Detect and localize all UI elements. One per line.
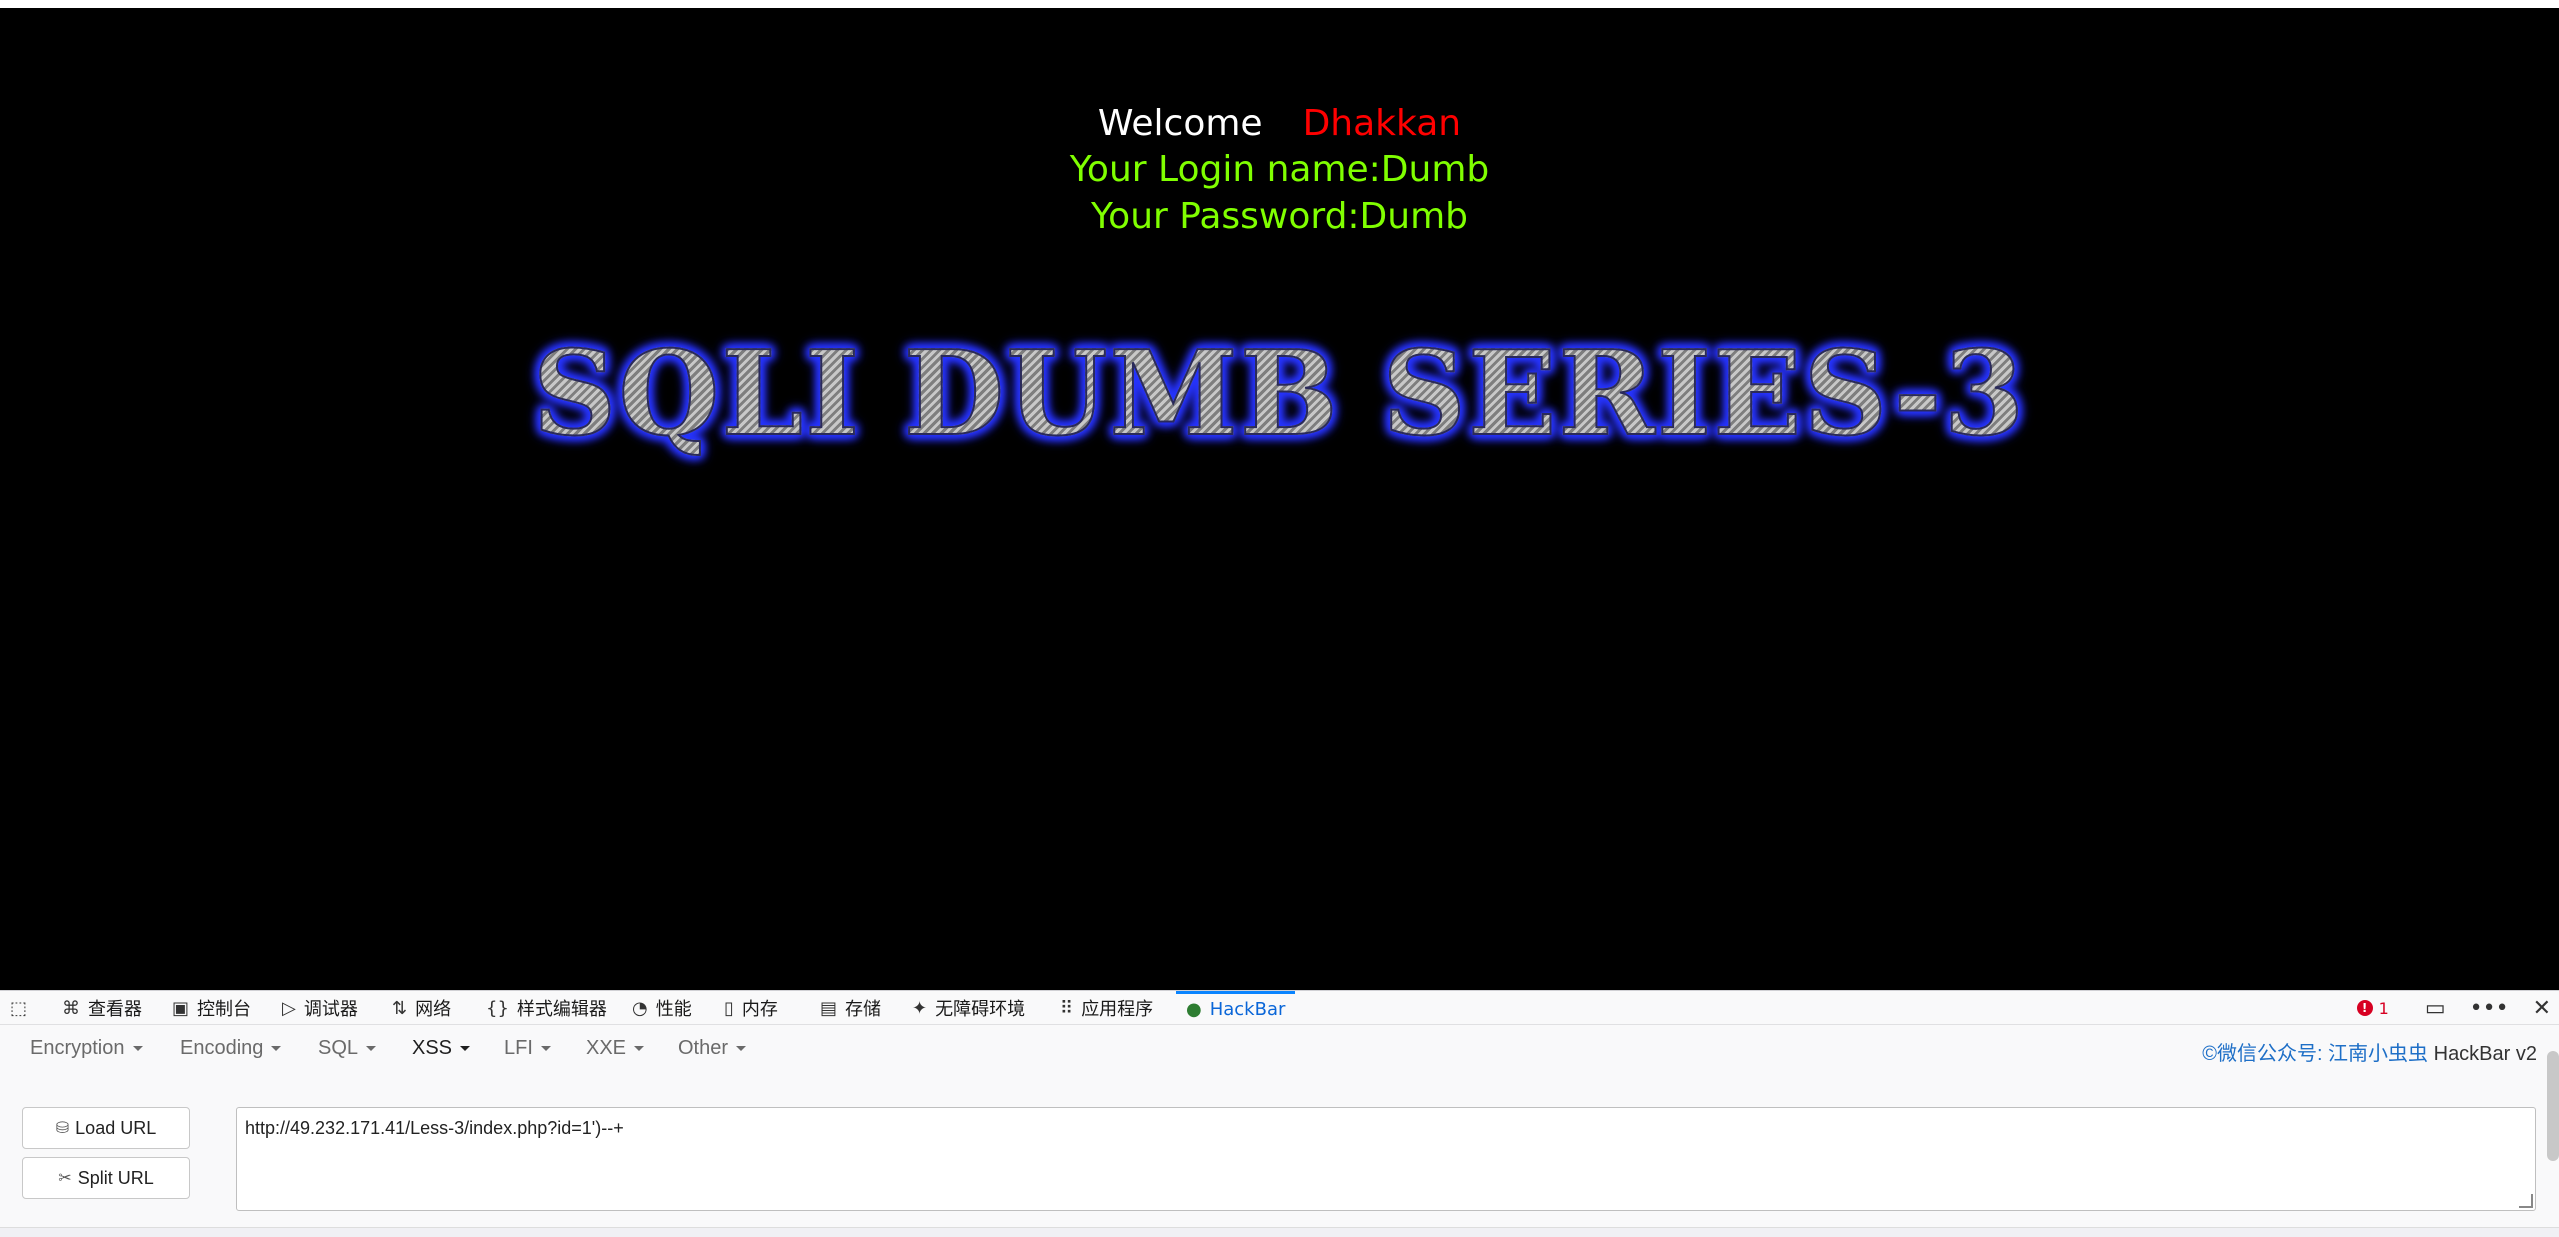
- tab-label: 性能: [655, 999, 692, 1020]
- tab-style-editor[interactable]: {} 样式编辑器: [486, 991, 607, 1025]
- banner-text: SQLI DUMB SERIES-3: [532, 325, 2027, 463]
- menu-encoding[interactable]: Encoding: [180, 1037, 282, 1060]
- error-count: 1: [2378, 998, 2389, 1018]
- tab-hackbar[interactable]: ● HackBar: [1176, 991, 1296, 1025]
- chevron-down-icon: [132, 1046, 143, 1052]
- menu-label: SQL: [318, 1037, 359, 1059]
- chevron-down-icon: [366, 1046, 377, 1052]
- top-border: [0, 0, 2559, 8]
- dock-side-icon[interactable]: ▭: [2425, 996, 2446, 1021]
- hackbar-credit: ©微信公众号: 江南小虫虫 HackBar v2: [2202, 1037, 2537, 1066]
- chevron-down-icon: [460, 1046, 471, 1052]
- application-icon: ⠿: [1060, 997, 1074, 1019]
- web-page: Welcome Dhakkan Your Login name:Dumb Your…: [0, 8, 2559, 990]
- menu-label: XXE: [586, 1037, 627, 1059]
- tab-label: 调试器: [303, 999, 358, 1020]
- tab-label: 查看器: [88, 999, 142, 1020]
- memory-icon: ▯: [724, 997, 734, 1019]
- menu-encryption[interactable]: Encryption: [30, 1037, 143, 1060]
- scissors-icon: ✂: [58, 1170, 72, 1187]
- storage-icon: ▤: [820, 997, 838, 1019]
- tab-performance[interactable]: ◔ 性能: [632, 991, 692, 1025]
- button-label: Load URL: [75, 1117, 157, 1138]
- load-icon: ⛁: [55, 1120, 70, 1137]
- accessibility-icon: ✦: [912, 997, 928, 1019]
- credit-suffix: HackBar v2: [2428, 1043, 2537, 1065]
- welcome-label: Welcome: [1097, 103, 1263, 144]
- button-label: Split URL: [77, 1167, 154, 1188]
- style-editor-icon: {}: [486, 997, 509, 1019]
- tab-label: 应用程序: [1081, 999, 1154, 1020]
- tab-network[interactable]: ⇅ 网络: [392, 991, 451, 1025]
- hackbar-icon: ●: [1186, 999, 1202, 1020]
- menu-label: Other: [678, 1037, 729, 1059]
- url-value: http://49.232.171.41/Less-3/index.php?id…: [245, 1118, 624, 1138]
- debugger-icon: ▷: [282, 997, 296, 1019]
- close-icon[interactable]: ✕: [2533, 996, 2551, 1021]
- tab-memory[interactable]: ▯ 内存: [724, 991, 778, 1025]
- error-icon: !: [2356, 1000, 2373, 1016]
- chevron-down-icon: [540, 1046, 551, 1052]
- hackbar-menu: Encryption Encoding SQL XSS LFI XXE Othe…: [0, 1025, 2559, 1071]
- chevron-down-icon: [271, 1046, 282, 1052]
- tab-label: 控制台: [197, 999, 252, 1020]
- password-line: Your Password:Dumb: [1090, 196, 1469, 237]
- login-name-line: Your Login name:Dumb: [1069, 149, 1490, 190]
- performance-icon: ◔: [632, 997, 648, 1019]
- welcome-name: Dhakkan: [1302, 103, 1462, 144]
- panel-scrollbar[interactable]: [2547, 1051, 2559, 1161]
- menu-label: LFI: [504, 1037, 533, 1059]
- network-icon: ⇅: [392, 997, 408, 1019]
- console-icon: ▣: [172, 997, 190, 1019]
- tab-label: HackBar: [1209, 999, 1286, 1020]
- tab-label: 样式编辑器: [516, 999, 607, 1020]
- credit-link[interactable]: ©微信公众号: 江南小虫虫: [2202, 1043, 2428, 1065]
- tab-label: 内存: [741, 999, 778, 1020]
- devtools-panel: ⬚ ⌘ 查看器 ▣ 控制台 ▷ 调试器 ⇅ 网络 {} 样式编辑器 ◔ 性能 ▯ 内存 ▤ 存储…: [0, 990, 2559, 1237]
- devtools-toolbar-right: ! 1 ▭ ••• ✕: [2356, 991, 2559, 1025]
- load-url-button[interactable]: ⛁ Load URL: [22, 1107, 190, 1149]
- menu-label: Encoding: [180, 1037, 264, 1059]
- menu-xss[interactable]: XSS: [412, 1037, 471, 1060]
- tab-label: 存储: [845, 999, 882, 1020]
- tab-label: 网络: [415, 999, 452, 1020]
- tab-application[interactable]: ⠿ 应用程序: [1060, 991, 1153, 1025]
- split-url-button[interactable]: ✂ Split URL: [22, 1157, 190, 1199]
- error-count-badge[interactable]: ! 1: [2356, 998, 2389, 1018]
- menu-other[interactable]: Other: [678, 1037, 747, 1060]
- menu-label: XSS: [412, 1037, 453, 1059]
- devtools-tabbar: ⬚ ⌘ 查看器 ▣ 控制台 ▷ 调试器 ⇅ 网络 {} 样式编辑器 ◔ 性能 ▯ 内存 ▤ 存储…: [0, 991, 2559, 1025]
- url-textarea[interactable]: http://49.232.171.41/Less-3/index.php?id…: [236, 1107, 2536, 1211]
- title-banner: SQLI DUMB SERIES-3: [0, 325, 2559, 463]
- element-picker-icon: ⬚: [10, 997, 28, 1019]
- tab-debugger[interactable]: ▷ 调试器: [282, 991, 358, 1025]
- menu-lfi[interactable]: LFI: [504, 1037, 551, 1060]
- inspector-icon: ⌘: [62, 997, 80, 1019]
- element-picker-button[interactable]: ⬚: [10, 991, 35, 1025]
- tab-accessibility[interactable]: ✦ 无障碍环境: [912, 991, 1025, 1025]
- chevron-down-icon: [634, 1046, 645, 1052]
- chevron-down-icon: [736, 1046, 747, 1052]
- more-options-icon[interactable]: •••: [2470, 996, 2509, 1021]
- menu-label: Encryption: [30, 1037, 125, 1059]
- resize-grip-icon[interactable]: [2519, 1194, 2533, 1208]
- tab-label: 无障碍环境: [935, 999, 1026, 1020]
- tab-inspector[interactable]: ⌘ 查看器: [62, 991, 142, 1025]
- welcome-line: Welcome Dhakkan: [0, 100, 2559, 148]
- tab-storage[interactable]: ▤ 存储: [820, 991, 881, 1025]
- tab-console[interactable]: ▣ 控制台: [172, 991, 251, 1025]
- menu-sql[interactable]: SQL: [318, 1037, 377, 1060]
- menu-xxe[interactable]: XXE: [586, 1037, 645, 1060]
